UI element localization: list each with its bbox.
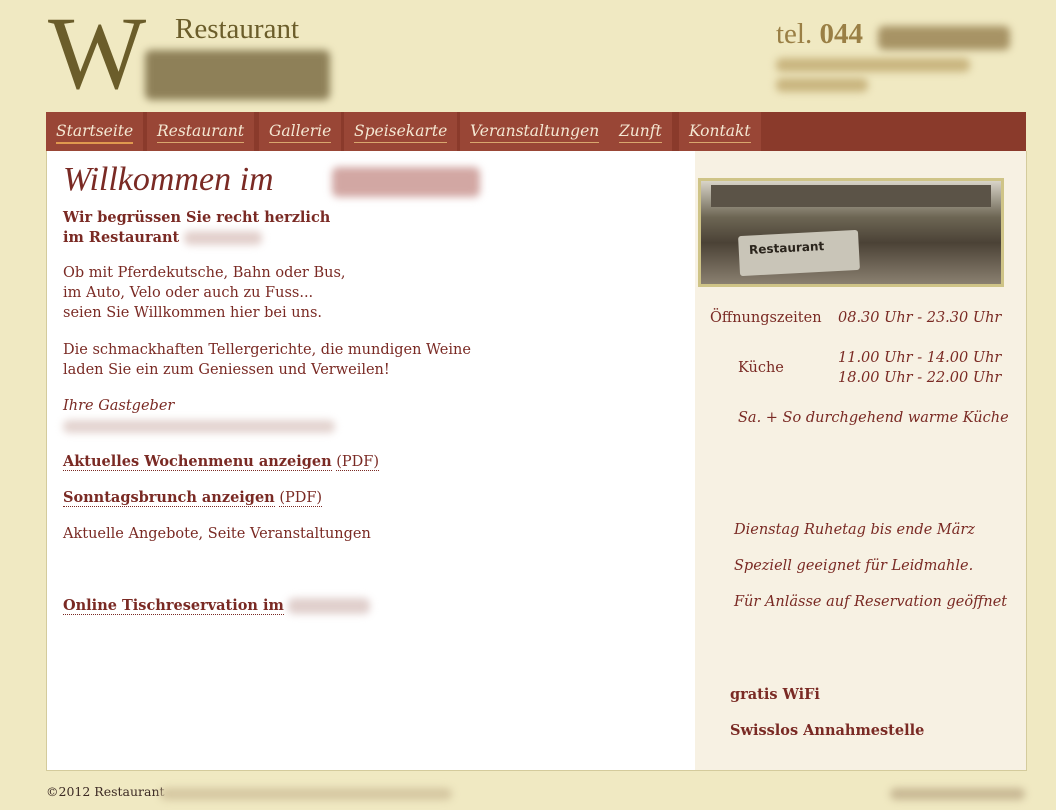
swisslos-note: Swisslos Annahmestelle [730,722,925,739]
greeting: Wir begrüssen Sie recht herzlich im Rest… [63,209,331,246]
sidebar: Restaurant Öffnungszeiten 08.30 Uhr - 23… [695,151,1026,770]
nav-speisekarte[interactable]: Speisekarte [344,112,458,151]
food-text: Die schmackhaften Tellergerichte, die mu… [63,342,471,378]
brunch: Sonntagsbrunch anzeigen (PDF) [63,488,323,508]
weekly-menu: Aktuelles Wochenmenu anzeigen (PDF) [63,452,380,472]
kitchen-label: Küche [738,360,784,376]
reservation: Online Tischreservation im [63,596,371,616]
content-area: Willkommen im Wir begrüssen Sie recht he… [46,151,1027,771]
hosts-label: Ihre Gastgeber [63,398,175,414]
offers-text: Aktuelle Angebote, Seite Veranstaltungen [63,526,371,542]
page-title-name-redacted [332,167,480,197]
nav-startseite[interactable]: Startseite [46,112,144,151]
address-redacted [776,58,970,72]
restaurant-name-redacted [184,231,263,245]
footer-credit-redacted [890,788,1025,800]
nav-zunft[interactable]: Zunft [609,112,672,151]
restaurant-photo: Restaurant [698,178,1004,287]
kitchen-hours-2: 18.00 Uhr - 22.00 Uhr [838,370,1002,386]
reservation-link[interactable]: Online Tischreservation im [63,597,284,615]
wifi-note: gratis WiFi [730,686,820,703]
opening-hours-label: Öffnungszeiten [710,310,822,326]
kitchen-hours-1: 11.00 Uhr - 14.00 Uhr [838,350,1002,366]
brunch-pdf-link[interactable]: (PDF) [279,490,323,507]
footer-address-redacted [160,788,452,800]
events-note: Für Anlässe auf Reservation geöffnet [734,594,1008,610]
funeral-note: Speziell geeignet für Leidmahle. [734,558,974,574]
logo-word: Restaurant [175,13,300,45]
logo-letter: W [48,0,147,111]
intro-text: Ob mit Pferdekutsche, Bahn oder Bus, im … [63,265,346,321]
nav-kontakt[interactable]: Kontakt [679,112,761,151]
page-title: Willkommen im [63,161,274,198]
footer-copyright: ©2012 Restaurant [46,784,165,799]
reservation-name-redacted [288,598,371,614]
main-navigation: Startseite Restaurant Gallerie Speisekar… [46,112,1026,151]
photo-umbrella [711,185,991,207]
brunch-link[interactable]: Sonntagsbrunch anzeigen [63,489,275,507]
weekly-menu-link[interactable]: Aktuelles Wochenmenu anzeigen [63,453,332,471]
address-redacted-2 [776,78,868,92]
nav-veranstaltungen[interactable]: Veranstaltungen [460,112,610,151]
logo-name-redacted [145,50,330,100]
phone-redacted [878,26,1010,50]
opening-hours-value: 08.30 Uhr - 23.30 Uhr [838,310,1002,326]
nav-gallerie[interactable]: Gallerie [259,112,342,151]
weekly-menu-pdf-link[interactable]: (PDF) [336,454,380,471]
closed-day-note: Dienstag Ruhetag bis ende März [734,522,975,538]
nav-restaurant[interactable]: Restaurant [147,112,255,151]
phone-number: tel. 044 [776,18,863,50]
weekend-note: Sa. + So durchgehend warme Küche [738,410,1009,426]
hosts-names-redacted [63,420,335,433]
